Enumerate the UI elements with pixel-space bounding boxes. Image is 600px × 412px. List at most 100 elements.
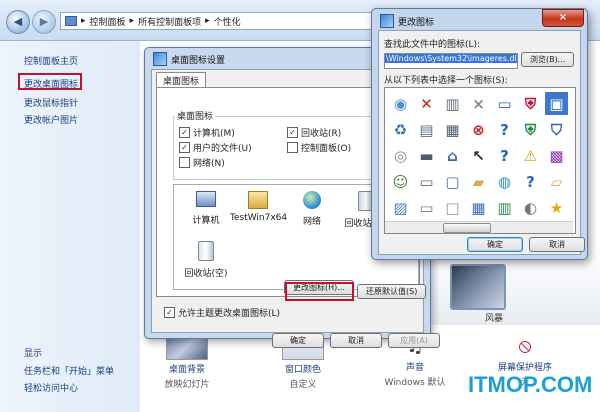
desk-icon[interactable]: ⌂ xyxy=(441,144,464,167)
picture-icon[interactable]: ▨ xyxy=(389,196,412,219)
change-icon-title-icon xyxy=(380,14,394,28)
cancel-button[interactable]: 取消 xyxy=(529,237,585,252)
question-icon[interactable]: ? xyxy=(493,144,516,167)
help-icon[interactable]: ? xyxy=(493,118,516,141)
empty-checkbox-icon xyxy=(179,157,190,168)
checkbox-network[interactable]: 网络(N) xyxy=(179,156,225,169)
window-color-title: 窗口颜色 xyxy=(284,365,321,375)
checkbox-computer[interactable]: ✓ 计算机(M) xyxy=(179,126,235,139)
screensaver-icon: ⦸ xyxy=(518,333,532,357)
blue-shield-icon[interactable]: ⛉ xyxy=(545,118,568,141)
restore-default-button[interactable]: 还原默认值(S) xyxy=(357,284,427,299)
link-change-mouse-pointers[interactable]: 更改鼠标指针 xyxy=(24,96,78,109)
network-monitor-icon[interactable]: ▣ xyxy=(544,91,569,116)
icon-file-path-input[interactable]: \Windows\System32\imageres.dll xyxy=(384,53,518,69)
checkbox-user-files[interactable]: ✓ 用户的文件(U) xyxy=(179,141,252,154)
recycle-arrows-icon[interactable]: ♻ xyxy=(389,118,412,141)
folder-icon[interactable]: ▰ xyxy=(467,170,490,193)
question-bubble-icon[interactable]: ? xyxy=(519,170,542,193)
hard-drive-icon[interactable]: ▬ xyxy=(415,144,438,167)
ok-button[interactable]: 确定 xyxy=(272,333,324,348)
link-change-account-picture[interactable]: 更改帐户图片 xyxy=(24,113,78,126)
desktop-settings-icon xyxy=(153,52,167,66)
shield-red-icon[interactable]: ⛨ xyxy=(519,92,542,115)
storm-theme-thumbnail[interactable] xyxy=(450,264,506,310)
checkmark-icon: ✓ xyxy=(164,307,175,318)
folder-open-icon[interactable]: ▱ xyxy=(545,170,568,193)
back-arrow-icon[interactable]: ◀ xyxy=(6,10,30,34)
checkbox-allow-themes[interactable]: ✓ 允许主题更改桌面图标(L) xyxy=(164,306,280,319)
link-display[interactable]: 显示 xyxy=(24,346,42,359)
link-ease-of-access[interactable]: 轻松访问中心 xyxy=(24,381,78,394)
shield-green-icon[interactable]: ⛨ xyxy=(519,118,542,141)
checkbox-label: 允许主题更改桌面图标(L) xyxy=(178,309,281,319)
checkmark-icon: ✓ xyxy=(179,127,190,138)
red-x-icon[interactable]: ✕ xyxy=(415,92,438,115)
preview-label: 计算机 xyxy=(192,216,220,226)
icon-list[interactable]: ◉ ✕ ▥ × ▭ ⛨ ▣ ♻ ▤ ▦ ⊗? ⛨ ⛉ ◎ ▬ ⌂ ↖? ⚠ ▩ ☺ ▭ ▢ ▰ ◍? ▱ ▨ ▭ □ ▦ ▥ ◐ ★ xyxy=(384,87,576,234)
horizontal-scrollbar[interactable] xyxy=(385,221,573,233)
small-x-icon[interactable]: × xyxy=(467,92,490,115)
server-icon[interactable]: ▦ xyxy=(441,118,464,141)
chart-icon[interactable]: ▥ xyxy=(493,196,516,219)
breadcrumb-personalization[interactable]: 个性化 xyxy=(214,15,241,28)
recycle-bin-empty-icon xyxy=(198,241,214,261)
document-icon[interactable]: ▤ xyxy=(415,118,438,141)
breadcrumb-control-panel[interactable]: 控制面板 xyxy=(90,15,126,28)
breadcrumb-all-items[interactable]: 所有控制面板项 xyxy=(138,15,201,28)
cancel-button[interactable]: 取消 xyxy=(330,333,382,348)
highlight-box-change-icon xyxy=(285,282,354,301)
monitor-icon[interactable]: ▭ xyxy=(493,92,516,115)
preview-recycle-bin-empty[interactable]: 回收站(空) xyxy=(178,241,234,279)
preview-computer[interactable]: 计算机 xyxy=(178,191,234,226)
find-icons-label: 查找此文件中的图标(L): xyxy=(384,40,481,50)
forward-arrow-icon[interactable]: ▶ xyxy=(32,10,56,34)
dialog-title: 更改图标 xyxy=(380,14,434,28)
checkbox-label: 控制面板(O) xyxy=(301,144,352,154)
highlight-box-change-desktop-icons xyxy=(18,73,82,90)
warning-shield-icon[interactable]: ⚠ xyxy=(519,144,542,167)
apply-button[interactable]: 应用(A) xyxy=(388,333,440,348)
link-taskbar-start-menu[interactable]: 任务栏和「开始」菜单 xyxy=(24,364,114,377)
window-icon[interactable]: ▢ xyxy=(441,170,464,193)
blank-icon[interactable]: □ xyxy=(441,196,464,219)
preview-user-folder[interactable]: TestWin7x64 xyxy=(230,191,287,223)
sounds-subtitle: Windows 默认 xyxy=(384,378,446,388)
checkbox-label: 网络(N) xyxy=(193,159,225,169)
checkbox-control-panel[interactable]: 控制面板(O) xyxy=(287,141,351,154)
colors-icon[interactable]: ▩ xyxy=(545,144,568,167)
theme-label: 风暴 xyxy=(485,314,504,324)
window-blue-icon[interactable]: ▦ xyxy=(467,196,490,219)
checkbox-label: 用户的文件(U) xyxy=(193,144,252,154)
breadcrumb-separator: ▸ xyxy=(205,16,210,26)
disk-icon[interactable]: ◐ xyxy=(519,196,542,219)
breadcrumb[interactable]: ▸ 控制面板 ▸ 所有控制面板项 ▸ 个性化 xyxy=(60,12,400,30)
change-icon-dialog: 更改图标 × 查找此文件中的图标(L): \Windows\System32\i… xyxy=(371,8,588,260)
globe-icon[interactable]: ◍ xyxy=(493,170,516,193)
breadcrumb-separator: ▸ xyxy=(129,16,135,26)
star-icon[interactable]: ★ xyxy=(545,196,568,219)
dialog-title-text: 更改图标 xyxy=(398,17,435,28)
scrollbar-thumb[interactable] xyxy=(443,223,491,233)
ok-button[interactable]: 确定 xyxy=(467,237,523,252)
users-icon[interactable]: ☺ xyxy=(389,170,412,193)
scanner-icon[interactable]: ▭ xyxy=(415,170,438,193)
dialog-body: 查找此文件中的图标(L): \Windows\System32\imageres… xyxy=(378,30,585,255)
preview-network[interactable]: 网络 xyxy=(284,191,340,227)
card-icon[interactable]: ▭ xyxy=(415,196,438,219)
checkbox-recycle-bin[interactable]: ✓ 回收站(R) xyxy=(287,126,341,139)
cursor-icon[interactable]: ↖ xyxy=(467,144,490,167)
checkbox-label: 回收站(R) xyxy=(301,129,342,139)
chip-icon[interactable]: ▥ xyxy=(441,92,464,115)
dialog-title-text: 桌面图标设置 xyxy=(171,55,226,66)
desktop-background-title: 桌面背景 xyxy=(168,365,205,375)
path-value: \Windows\System32\imageres.dll xyxy=(385,54,518,63)
close-button[interactable]: × xyxy=(542,9,584,27)
link-control-panel-home[interactable]: 控制面板主页 xyxy=(24,54,78,67)
browse-button[interactable]: 浏览(B)... xyxy=(521,52,575,67)
desktop-background-item[interactable]: 桌面背景 放映幻灯片 xyxy=(152,332,222,390)
red-circle-x-icon[interactable]: ⊗ xyxy=(467,118,490,141)
cd-icon[interactable]: ◎ xyxy=(389,144,412,167)
group-label: 桌面图标 xyxy=(175,109,216,122)
disc-icon[interactable]: ◉ xyxy=(389,92,412,115)
